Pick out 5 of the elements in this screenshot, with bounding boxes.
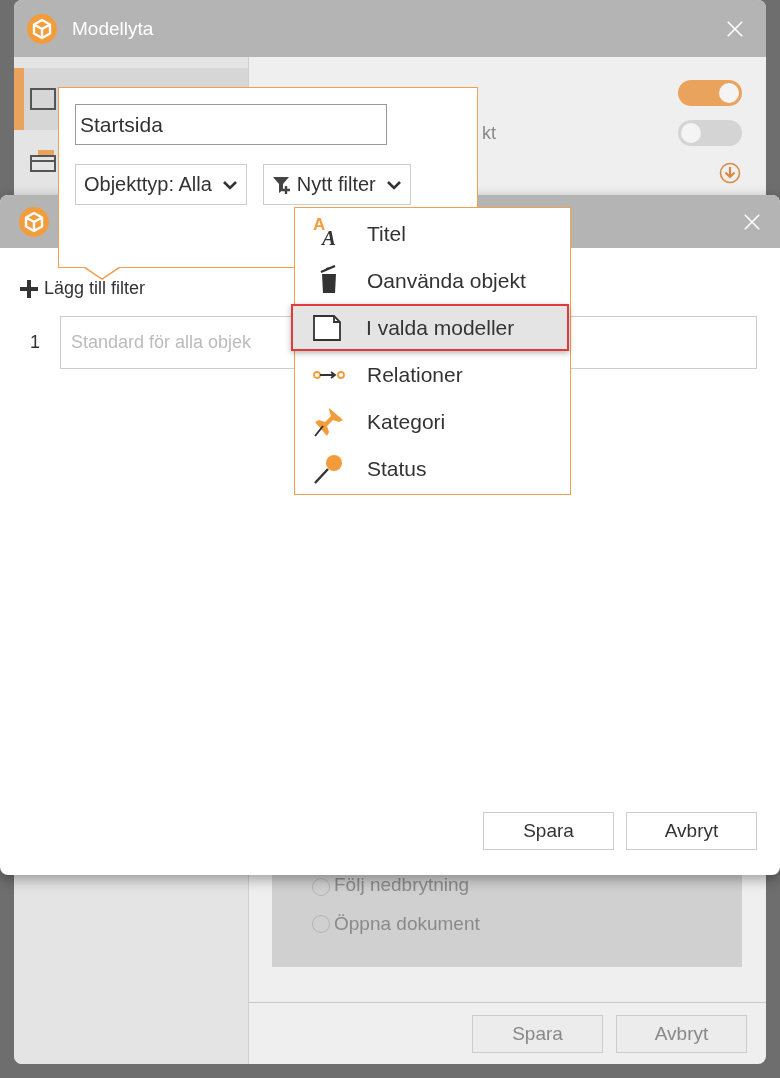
option-label: kt — [482, 122, 496, 144]
row-number: 1 — [29, 332, 41, 353]
option-label: Öppna dokument — [334, 913, 480, 935]
window-title: Modellyta — [72, 17, 154, 40]
option-label: Följ nedbrytning — [334, 874, 470, 896]
